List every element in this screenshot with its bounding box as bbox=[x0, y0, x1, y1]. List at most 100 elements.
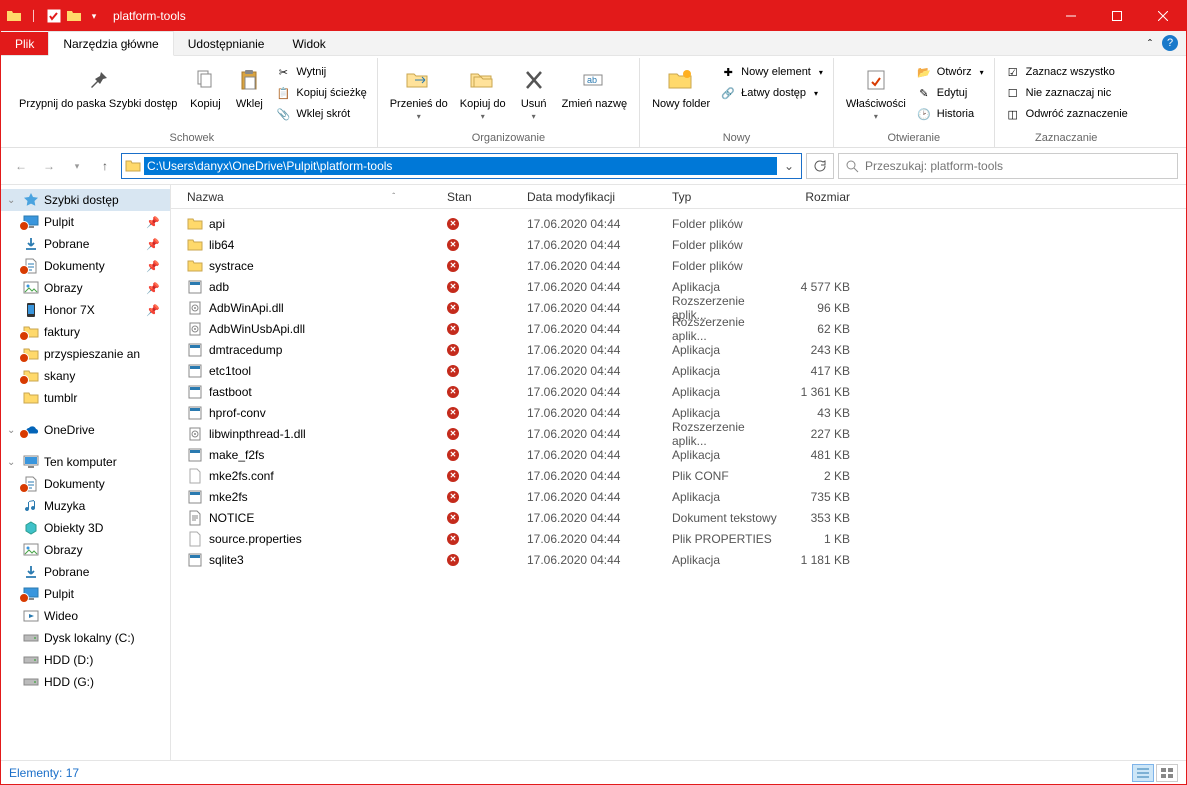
file-list[interactable]: api✕17.06.2020 04:44Folder plikówlib64✕1… bbox=[171, 209, 1186, 760]
new-item-button[interactable]: ✚Nowy element▾ bbox=[716, 62, 827, 82]
delete-button[interactable]: Usuń▾ bbox=[512, 62, 556, 123]
file-row[interactable]: sqlite3✕17.06.2020 04:44Aplikacja1 181 K… bbox=[181, 549, 1186, 570]
address-dropdown-icon[interactable]: ⌄ bbox=[777, 159, 801, 173]
nav-item[interactable]: skany bbox=[1, 365, 170, 387]
nav-item[interactable]: ⌄ OneDrive bbox=[1, 419, 170, 441]
close-button[interactable] bbox=[1140, 1, 1186, 31]
checkbox-icon[interactable] bbox=[45, 7, 63, 25]
invert-selection-button[interactable]: ◫Odwróć zaznaczenie bbox=[1001, 104, 1132, 124]
nav-item[interactable]: Honor 7X📌 bbox=[1, 299, 170, 321]
file-row[interactable]: fastboot✕17.06.2020 04:44Aplikacja1 361 … bbox=[181, 381, 1186, 402]
copy-to-button[interactable]: Kopiuj do▾ bbox=[454, 62, 512, 123]
expand-icon[interactable]: ⌄ bbox=[7, 195, 19, 206]
nav-item[interactable]: ⌄Ten komputer bbox=[1, 451, 170, 473]
details-view-button[interactable] bbox=[1132, 764, 1154, 782]
back-button[interactable]: ← bbox=[9, 154, 33, 178]
file-size: 417 KB bbox=[786, 364, 856, 378]
expand-icon[interactable]: ⌄ bbox=[7, 457, 19, 468]
column-name[interactable]: Nazwaˆ bbox=[181, 190, 441, 204]
nav-item[interactable]: Pulpit bbox=[1, 583, 170, 605]
up-button[interactable]: ↑ bbox=[93, 154, 117, 178]
nav-item[interactable]: Dysk lokalny (C:) bbox=[1, 627, 170, 649]
nav-item[interactable]: ⌄Szybki dostęp bbox=[1, 189, 170, 211]
folder-icon[interactable] bbox=[65, 7, 83, 25]
pin-to-quick-access-button[interactable]: Przypnij do paska Szybki dostęp bbox=[13, 62, 183, 113]
recent-locations-button[interactable]: ▾ bbox=[65, 154, 89, 178]
nav-item[interactable]: Obiekty 3D bbox=[1, 517, 170, 539]
collapse-ribbon-icon[interactable]: ˆ bbox=[1142, 33, 1158, 55]
file-row[interactable]: mke2fs✕17.06.2020 04:44Aplikacja735 KB bbox=[181, 486, 1186, 507]
file-row[interactable]: systrace✕17.06.2020 04:44Folder plików bbox=[181, 255, 1186, 276]
nav-item[interactable]: przyspieszanie an bbox=[1, 343, 170, 365]
file-name: source.properties bbox=[209, 532, 302, 546]
file-row[interactable]: libwinpthread-1.dll✕17.06.2020 04:44Rozs… bbox=[181, 423, 1186, 444]
refresh-button[interactable] bbox=[806, 153, 834, 179]
nav-item[interactable]: faktury bbox=[1, 321, 170, 343]
search-input[interactable] bbox=[865, 159, 1171, 173]
nav-item[interactable]: Obrazy📌 bbox=[1, 277, 170, 299]
paste-button[interactable]: Wklej bbox=[227, 62, 271, 113]
file-row[interactable]: NOTICE✕17.06.2020 04:44Dokument tekstowy… bbox=[181, 507, 1186, 528]
file-row[interactable]: api✕17.06.2020 04:44Folder plików bbox=[181, 213, 1186, 234]
easy-access-button[interactable]: 🔗Łatwy dostęp▾ bbox=[716, 83, 827, 103]
cut-button[interactable]: ✂Wytnij bbox=[271, 62, 370, 82]
column-size[interactable]: Rozmiar bbox=[786, 190, 856, 204]
select-none-icon: ☐ bbox=[1005, 85, 1021, 101]
nav-item[interactable]: tumblr bbox=[1, 387, 170, 409]
nav-item-label: OneDrive bbox=[44, 423, 95, 437]
folder-icon[interactable] bbox=[5, 7, 23, 25]
properties-button[interactable]: Właściwości▾ bbox=[840, 62, 912, 123]
nav-item[interactable]: Pobrane📌 bbox=[1, 233, 170, 255]
nav-item[interactable]: Dokumenty📌 bbox=[1, 255, 170, 277]
address-bar[interactable]: ⌄ bbox=[121, 153, 802, 179]
copy-button[interactable]: Kopiuj bbox=[183, 62, 227, 113]
edit-button[interactable]: ✎Edytuj bbox=[912, 83, 988, 103]
history-button[interactable]: 🕑Historia bbox=[912, 104, 988, 124]
nav-item[interactable]: Obrazy bbox=[1, 539, 170, 561]
file-row[interactable]: make_f2fs✕17.06.2020 04:44Aplikacja481 K… bbox=[181, 444, 1186, 465]
nav-item[interactable]: Muzyka bbox=[1, 495, 170, 517]
file-row[interactable]: mke2fs.conf✕17.06.2020 04:44Plik CONF2 K… bbox=[181, 465, 1186, 486]
sync-error-badge-icon bbox=[19, 593, 29, 603]
file-date: 17.06.2020 04:44 bbox=[521, 406, 666, 420]
forward-button[interactable]: → bbox=[37, 154, 61, 178]
large-icons-view-button[interactable] bbox=[1156, 764, 1178, 782]
column-status[interactable]: Stan bbox=[441, 190, 521, 204]
column-date[interactable]: Data modyfikacji bbox=[521, 190, 666, 204]
new-folder-button[interactable]: Nowy folder bbox=[646, 62, 716, 113]
copy-path-button[interactable]: 📋Kopiuj ścieżkę bbox=[271, 83, 370, 103]
tab-home[interactable]: Narzędzia główne bbox=[48, 31, 173, 56]
file-row[interactable]: lib64✕17.06.2020 04:44Folder plików bbox=[181, 234, 1186, 255]
nav-item[interactable]: Pulpit📌 bbox=[1, 211, 170, 233]
navigation-pane[interactable]: ⌄Szybki dostępPulpit📌Pobrane📌Dokumenty📌O… bbox=[1, 185, 171, 760]
qa-dropdown-icon[interactable]: ▾ bbox=[85, 7, 103, 25]
file-name: lib64 bbox=[209, 238, 234, 252]
nav-item[interactable]: HDD (G:) bbox=[1, 671, 170, 693]
expand-icon[interactable]: ⌄ bbox=[7, 425, 19, 436]
nav-item[interactable]: Dokumenty bbox=[1, 473, 170, 495]
address-input[interactable] bbox=[144, 157, 777, 175]
select-none-button[interactable]: ☐Nie zaznaczaj nic bbox=[1001, 83, 1132, 103]
tab-share[interactable]: Udostępnianie bbox=[174, 32, 279, 55]
nav-item[interactable]: HDD (D:) bbox=[1, 649, 170, 671]
file-row[interactable]: source.properties✕17.06.2020 04:44Plik P… bbox=[181, 528, 1186, 549]
maximize-button[interactable] bbox=[1094, 1, 1140, 31]
file-size: 4 577 KB bbox=[786, 280, 856, 294]
rename-button[interactable]: abZmień nazwę bbox=[556, 62, 633, 113]
move-to-button[interactable]: Przenieś do▾ bbox=[384, 62, 454, 123]
paste-shortcut-button[interactable]: 📎Wklej skrót bbox=[271, 104, 370, 124]
nav-item[interactable]: Pobrane bbox=[1, 561, 170, 583]
file-row[interactable]: dmtracedump✕17.06.2020 04:44Aplikacja243… bbox=[181, 339, 1186, 360]
column-type[interactable]: Typ bbox=[666, 190, 786, 204]
open-button[interactable]: 📂Otwórz▾ bbox=[912, 62, 988, 82]
tab-view[interactable]: Widok bbox=[278, 32, 339, 55]
nav-item[interactable]: Wideo bbox=[1, 605, 170, 627]
help-icon[interactable]: ? bbox=[1162, 35, 1178, 51]
select-all-button[interactable]: ☑Zaznacz wszystko bbox=[1001, 62, 1132, 82]
tab-file[interactable]: Plik bbox=[1, 32, 48, 55]
file-row[interactable]: AdbWinUsbApi.dll✕17.06.2020 04:44Rozszer… bbox=[181, 318, 1186, 339]
file-row[interactable]: etc1tool✕17.06.2020 04:44Aplikacja417 KB bbox=[181, 360, 1186, 381]
search-box[interactable] bbox=[838, 153, 1178, 179]
chevron-down-icon: ▾ bbox=[819, 68, 823, 77]
minimize-button[interactable] bbox=[1048, 1, 1094, 31]
